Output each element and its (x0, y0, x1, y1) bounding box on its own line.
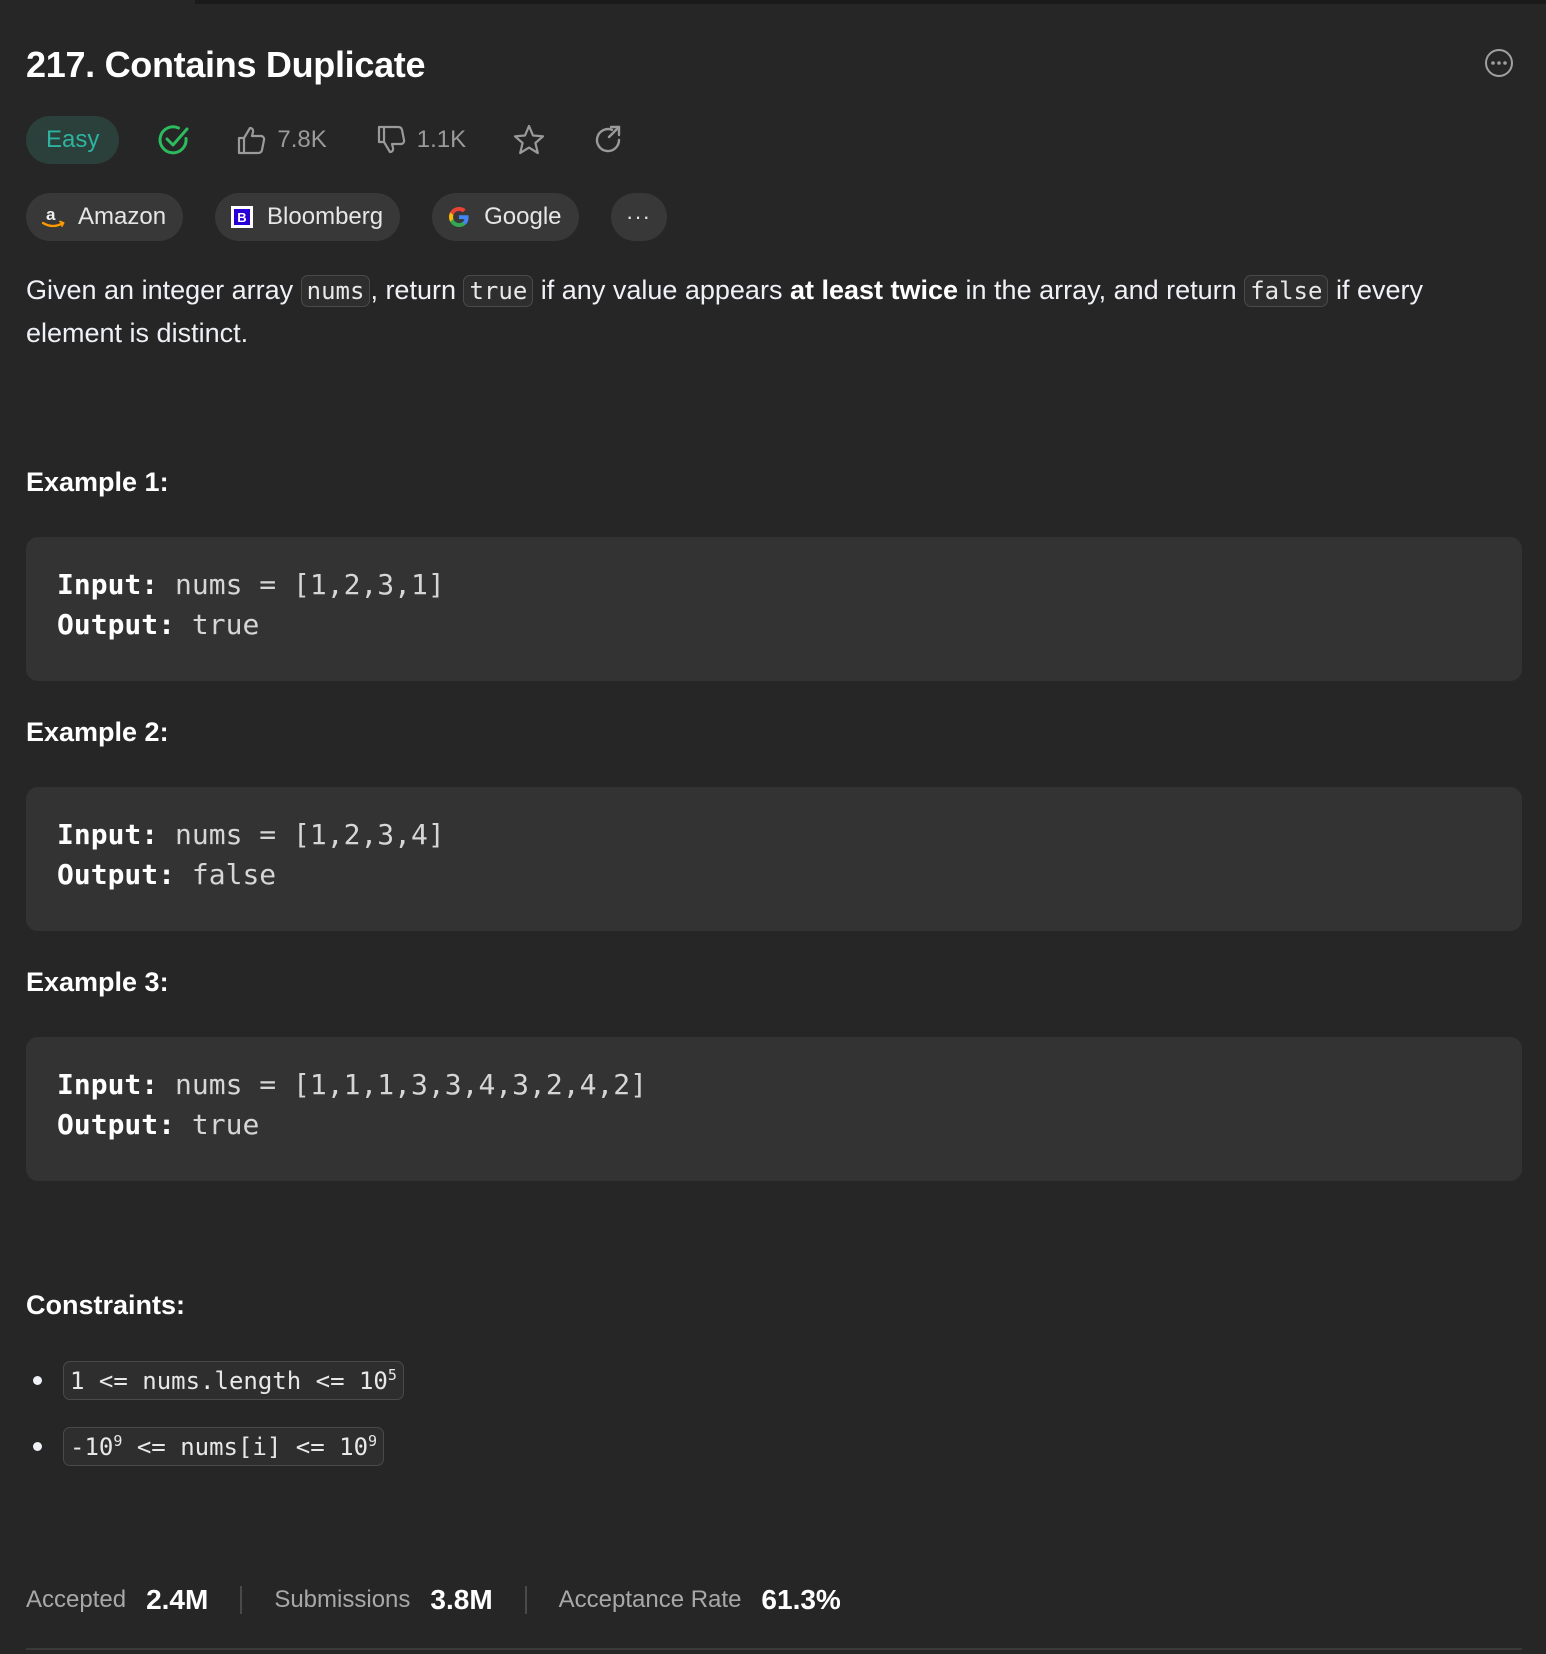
problem-description-panel: 217. Contains Duplicate Easy 7.8K 1.1K a… (26, 0, 1522, 1654)
google-logo-icon (446, 204, 472, 230)
bullet (33, 1441, 42, 1451)
star-icon[interactable] (512, 123, 546, 157)
example-3-heading: Example 3: (26, 967, 169, 997)
input-value: nums = [1,2,3,1] (175, 568, 445, 601)
inline-code: nums (300, 275, 371, 307)
output-label: Output: (57, 608, 176, 641)
input-label: Input: (57, 818, 159, 851)
constraint-item: 1 <= nums.length <= 105 (26, 1360, 404, 1400)
company-name: Bloomberg (267, 203, 384, 230)
problem-description: Given an integer array nums, return true… (26, 269, 1522, 354)
example-2-heading: Example 2: (26, 717, 169, 747)
amazon-logo-icon: a (40, 204, 66, 230)
description-text: in the array, and return (958, 275, 1245, 305)
input-value: nums = [1,2,3,4] (175, 818, 445, 851)
constraint-text: 1 <= nums.length <= 10 (70, 1366, 388, 1395)
description-emphasis: at least twice (789, 275, 959, 305)
description-text: if any value appears (533, 275, 790, 305)
like-count: 7.8K (277, 126, 327, 153)
example-2-block: Input: nums = [1,2,3,4] Output: false (26, 787, 1522, 931)
company-name: Amazon (78, 203, 167, 230)
bottom-divider (26, 1648, 1522, 1650)
company-tags: a Amazon B Bloomberg Google ··· (26, 193, 667, 241)
svg-text:B: B (237, 210, 246, 225)
input-value: nums = [1,1,1,3,3,4,3,2,4,2] (175, 1068, 648, 1101)
share-icon[interactable] (592, 124, 624, 156)
inline-code: true (463, 275, 534, 307)
company-tag-amazon[interactable]: a Amazon (26, 193, 184, 241)
company-tag-google[interactable]: Google (432, 193, 579, 241)
like-button[interactable]: 7.8K (235, 124, 327, 156)
thumbs-down-icon (377, 125, 405, 154)
accepted-label: Accepted (26, 1586, 127, 1613)
acceptance-rate-value: 61.3% (761, 1584, 841, 1615)
output-label: Output: (57, 858, 176, 891)
divider (524, 1586, 527, 1614)
submissions-label: Submissions (274, 1586, 411, 1613)
acceptance-rate-label: Acceptance Rate (558, 1586, 742, 1613)
more-companies-button[interactable]: ··· (610, 193, 667, 241)
example-1-block: Input: nums = [1,2,3,1] Output: true (26, 537, 1522, 681)
input-label: Input: (57, 1068, 159, 1101)
example-1-heading: Example 1: (26, 467, 169, 497)
accepted-value: 2.4M (146, 1584, 209, 1615)
company-name: Google (484, 203, 562, 230)
description-text: Given an integer array (26, 275, 301, 305)
divider (240, 1586, 243, 1614)
exponent: 9 (368, 1431, 378, 1450)
constraint-item: -109 <= nums[i] <= 109 (26, 1426, 385, 1466)
input-label: Input: (57, 568, 159, 601)
solved-check-icon (157, 123, 191, 157)
constraints-heading: Constraints: (26, 1290, 186, 1320)
output-value: true (191, 608, 260, 641)
stats-row: Accepted 2.4M Submissions 3.8M Acceptanc… (26, 1578, 841, 1622)
difficulty-badge[interactable]: Easy (26, 116, 120, 164)
title-row: 217. Contains Duplicate (26, 40, 1522, 90)
thumbs-up-icon (238, 126, 266, 155)
problem-title: 217. Contains Duplicate (26, 44, 426, 85)
exponent: 5 (387, 1365, 397, 1384)
output-value: true (191, 1108, 260, 1141)
dislike-button[interactable]: 1.1K (375, 124, 466, 156)
more-options-icon[interactable] (1484, 48, 1514, 78)
bloomberg-logo-icon: B (229, 204, 255, 230)
inline-code: false (1244, 275, 1329, 307)
dislike-count: 1.1K (416, 126, 467, 153)
example-3-block: Input: nums = [1,1,1,3,3,4,3,2,4,2] Outp… (26, 1037, 1522, 1181)
description-text: , return (370, 275, 464, 305)
meta-row: Easy 7.8K 1.1K (26, 116, 624, 164)
bullet (33, 1375, 42, 1385)
submissions-value: 3.8M (430, 1584, 493, 1615)
constraint-text: <= nums[i] <= 10 (122, 1432, 369, 1461)
output-value: false (191, 858, 277, 891)
output-label: Output: (57, 1108, 176, 1141)
company-tag-bloomberg[interactable]: B Bloomberg (215, 193, 401, 241)
constraint-code: -109 <= nums[i] <= 109 (63, 1426, 385, 1466)
constraint-code: 1 <= nums.length <= 105 (63, 1360, 404, 1400)
constraint-text: -10 (70, 1432, 114, 1461)
svg-text:a: a (46, 205, 56, 224)
